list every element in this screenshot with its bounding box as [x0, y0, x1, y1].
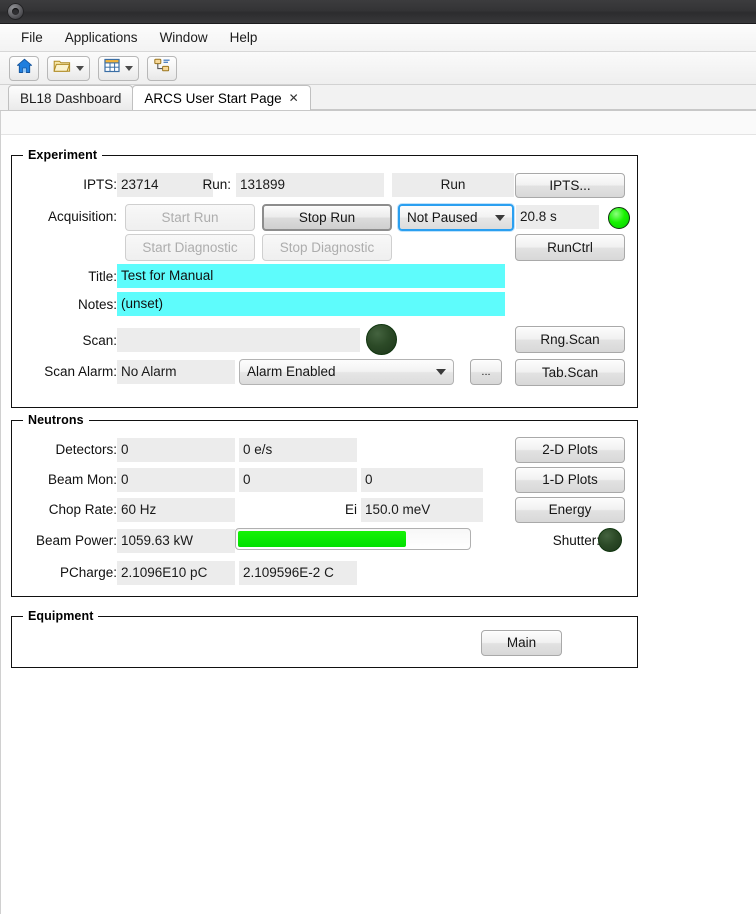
- beam-mon-value-3: 0: [361, 468, 483, 492]
- page-content: Experiment IPTS: 23714 Run: 131899 Run I…: [0, 111, 756, 914]
- beam-mon-label: Beam Mon:: [32, 470, 117, 490]
- run-status-led: [608, 207, 630, 229]
- neutrons-panel: Neutrons Detectors: 0 0 e/s 2-D Plots Be…: [11, 420, 638, 597]
- chevron-down-icon: [125, 66, 133, 71]
- detectors-rate-value: 0 e/s: [239, 438, 357, 462]
- ei-value: 150.0 meV: [361, 498, 483, 522]
- scan-alarm-label: Scan Alarm:: [32, 362, 117, 382]
- tab-label: ARCS User Start Page: [144, 91, 281, 106]
- rng-scan-button[interactable]: Rng.Scan: [515, 326, 625, 353]
- title-input[interactable]: Test for Manual: [117, 264, 505, 288]
- hierarchy-button[interactable]: [147, 56, 177, 81]
- scan-alarm-options-button[interactable]: ...: [470, 359, 502, 385]
- tab-strip-filler: [310, 85, 756, 110]
- home-button[interactable]: [9, 56, 39, 81]
- alarm-state-combo[interactable]: Alarm Enabled: [239, 359, 454, 385]
- pcharge-value-pc: 2.1096E10 pC: [117, 561, 235, 585]
- chevron-down-icon: [495, 215, 505, 221]
- chevron-down-icon: [76, 66, 84, 71]
- beam-mon-value-1: 0: [117, 468, 235, 492]
- energy-button[interactable]: Energy: [515, 497, 625, 523]
- window-titlebar: [0, 0, 756, 24]
- shutter-label: Shutter:: [482, 531, 600, 551]
- ei-label: Ei: [290, 500, 357, 520]
- runctrl-button[interactable]: RunCtrl: [515, 234, 625, 261]
- content-spacer: [1, 111, 756, 135]
- start-run-button[interactable]: Start Run: [125, 204, 255, 231]
- home-icon: [16, 58, 33, 79]
- elapsed-time-value: 20.8 s: [516, 205, 599, 229]
- experiment-panel: Experiment IPTS: 23714 Run: 131899 Run I…: [11, 155, 638, 408]
- tab-arcs-user-start-page[interactable]: ARCS User Start Page ✕: [132, 85, 310, 110]
- notes-label: Notes:: [52, 295, 117, 315]
- stop-diagnostic-button[interactable]: Stop Diagnostic: [262, 234, 392, 261]
- acquisition-label: Acquisition:: [32, 207, 117, 227]
- tab-scan-button[interactable]: Tab.Scan: [515, 359, 625, 386]
- scan-value: [117, 328, 360, 352]
- hierarchy-icon: [154, 58, 171, 78]
- open-folder-icon: [53, 58, 71, 78]
- ipts-button[interactable]: IPTS...: [515, 173, 625, 198]
- run-label: Run:: [163, 175, 231, 195]
- application-window: File Applications Window Help: [0, 0, 756, 914]
- table-icon: [104, 58, 120, 78]
- pause-state-value: Not Paused: [407, 211, 489, 225]
- experiment-legend: Experiment: [23, 148, 102, 162]
- beam-mon-value-2: 0: [239, 468, 357, 492]
- equipment-panel: Equipment Main: [11, 616, 638, 668]
- menu-window[interactable]: Window: [149, 28, 219, 48]
- chevron-down-icon: [436, 369, 446, 375]
- beam-power-value: 1059.63 kW: [117, 529, 235, 553]
- tab-bl18-dashboard[interactable]: BL18 Dashboard: [8, 85, 133, 110]
- detectors-label: Detectors:: [32, 440, 117, 460]
- chop-rate-value: 60 Hz: [117, 498, 235, 522]
- pause-state-combo[interactable]: Not Paused: [398, 204, 514, 231]
- beam-power-progress-fill: [238, 531, 406, 547]
- notes-input[interactable]: (unset): [117, 292, 505, 316]
- stop-run-button[interactable]: Stop Run: [262, 204, 392, 231]
- detectors-value: 0: [117, 438, 235, 462]
- close-icon[interactable]: ✕: [289, 92, 299, 104]
- table-view-button[interactable]: [98, 56, 139, 81]
- scan-alarm-value: No Alarm: [117, 360, 235, 384]
- run-state-value: Run: [392, 173, 514, 197]
- beam-power-label: Beam Power:: [24, 531, 117, 551]
- tab-strip: BL18 Dashboard ARCS User Start Page ✕: [0, 85, 756, 111]
- plots-1d-button[interactable]: 1-D Plots: [515, 467, 625, 493]
- main-button[interactable]: Main: [481, 630, 562, 656]
- neutrons-legend: Neutrons: [23, 413, 89, 427]
- app-circle-icon: [7, 3, 24, 20]
- tool-bar: [0, 52, 756, 85]
- plots-2d-button[interactable]: 2-D Plots: [515, 437, 625, 463]
- open-folder-button[interactable]: [47, 56, 90, 81]
- shutter-status-led: [598, 528, 622, 552]
- alarm-state-value: Alarm Enabled: [247, 365, 430, 379]
- ipts-label: IPTS:: [52, 175, 117, 195]
- chop-rate-label: Chop Rate:: [32, 500, 117, 520]
- beam-power-progress: [235, 528, 471, 550]
- pcharge-value-c: 2.109596E-2 C: [239, 561, 357, 585]
- menu-bar: File Applications Window Help: [0, 24, 756, 52]
- scan-status-led: [366, 324, 397, 355]
- tab-label: BL18 Dashboard: [20, 91, 121, 106]
- run-value: 131899: [236, 173, 384, 197]
- pcharge-label: PCharge:: [32, 563, 117, 583]
- start-diagnostic-button[interactable]: Start Diagnostic: [125, 234, 255, 261]
- menu-file[interactable]: File: [10, 28, 54, 48]
- menu-help[interactable]: Help: [219, 28, 269, 48]
- scan-label: Scan:: [52, 331, 117, 351]
- equipment-legend: Equipment: [23, 609, 98, 623]
- title-label: Title:: [52, 267, 117, 287]
- menu-applications[interactable]: Applications: [54, 28, 149, 48]
